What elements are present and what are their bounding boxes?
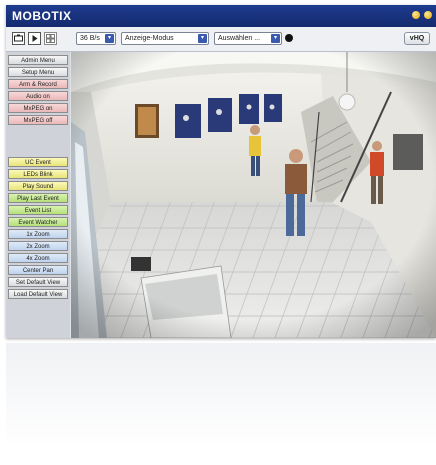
display-mode-value: Anzeige-Modus — [125, 35, 174, 42]
sidebar: Admin Menu Setup Menu Arm & Record Audio on… — [6, 52, 70, 338]
toolbar: 36 B/s ▾ Anzeige-Modus ▾ Auswählen ... ▾… — [6, 27, 436, 52]
sidebar-button[interactable]: Audio on — [8, 91, 68, 101]
sidebar-button[interactable]: LEDs Blink — [8, 169, 68, 179]
chevron-down-icon: ▾ — [198, 34, 207, 43]
camera-icon[interactable] — [12, 32, 25, 45]
select-dropdown[interactable]: Auswählen ... ▾ — [214, 32, 282, 45]
camera-window: MOBOTIX 36 B/s ▾ Anzeige-Modus ▾ Auswähl… — [6, 5, 436, 338]
sidebar-button[interactable]: MxPEG off — [8, 115, 68, 125]
sidebar-button[interactable]: MxPEG on — [8, 103, 68, 113]
sidebar-button[interactable]: UC Event — [8, 157, 68, 167]
title-bar: MOBOTIX — [6, 5, 436, 27]
sidebar-button[interactable]: 1x Zoom — [8, 229, 68, 239]
sidebar-button[interactable]: 2x Zoom — [8, 241, 68, 251]
sidebar-button[interactable]: Arm & Record — [8, 79, 68, 89]
brand-logo: MOBOTIX — [12, 9, 72, 23]
sidebar-button[interactable]: Play Last Event — [8, 193, 68, 203]
display-mode-select[interactable]: Anzeige-Modus ▾ — [121, 32, 209, 45]
grid-icon[interactable] — [44, 32, 57, 45]
frame-rate-select[interactable]: 36 B/s ▾ — [76, 32, 116, 45]
sidebar-button[interactable]: Set Default View — [8, 277, 68, 287]
sidebar-button[interactable]: 4x Zoom — [8, 253, 68, 263]
select-value: Auswählen ... — [218, 35, 261, 42]
sidebar-button[interactable]: Setup Menu — [8, 67, 68, 77]
chevron-down-icon: ▾ — [105, 34, 114, 43]
frame-rate-value: 36 B/s — [80, 35, 100, 42]
sidebar-button[interactable]: Event List — [8, 205, 68, 215]
sidebar-button[interactable]: Play Sound — [8, 181, 68, 191]
hq-label: vHQ — [409, 35, 425, 42]
sidebar-button[interactable]: Load Default View — [8, 289, 68, 299]
settings-icon[interactable] — [424, 11, 432, 19]
info-icon[interactable] — [285, 34, 293, 42]
sidebar-button[interactable]: Event Watcher — [8, 217, 68, 227]
play-icon[interactable] — [28, 32, 41, 45]
chevron-down-icon: ▾ — [271, 34, 280, 43]
camera-live-view[interactable] — [71, 52, 436, 338]
sidebar-button[interactable]: Admin Menu — [8, 55, 68, 65]
hq-button[interactable]: vHQ — [404, 32, 430, 45]
help-icon[interactable] — [412, 11, 420, 19]
sidebar-button[interactable]: Center Pan — [8, 265, 68, 275]
reflection-fade — [0, 343, 436, 465]
camera-image — [71, 52, 436, 338]
